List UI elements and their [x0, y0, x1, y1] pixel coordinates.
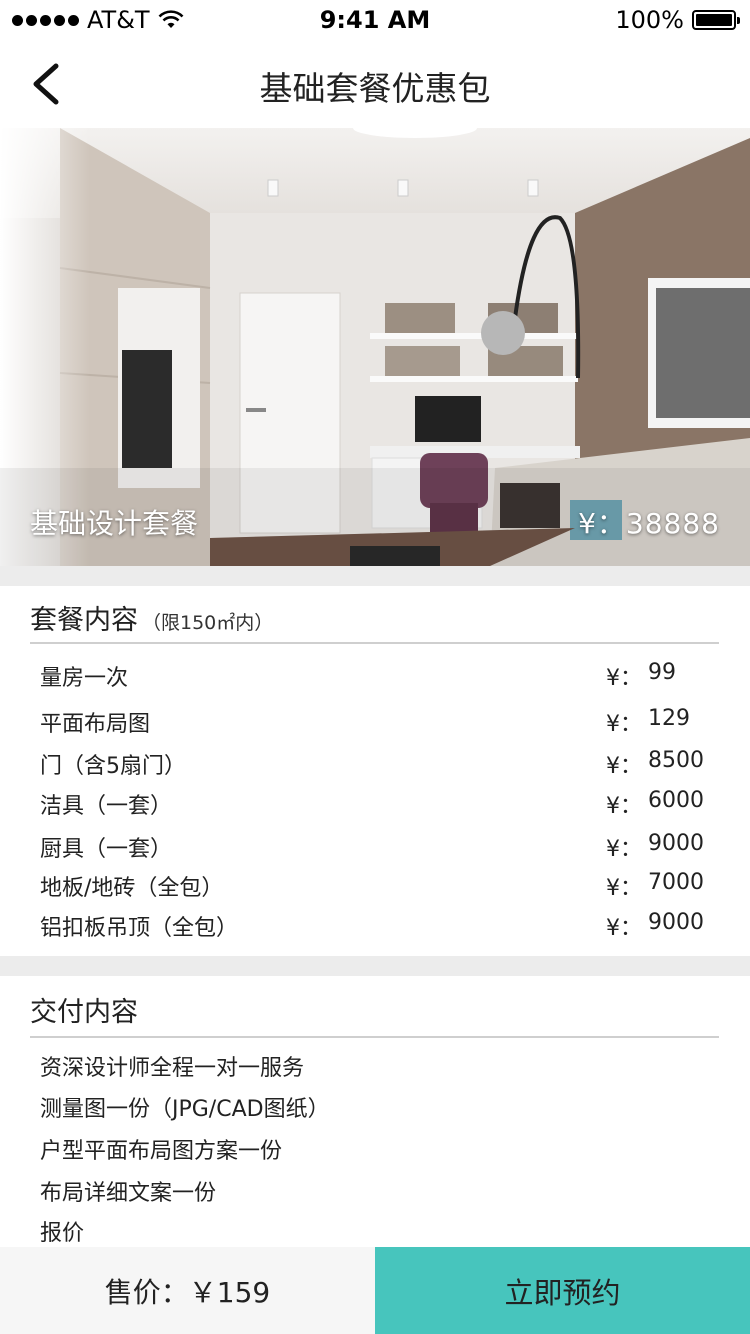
item-label: 洁具（一套）: [40, 794, 173, 819]
list-item: 户型平面布局图方案一份: [40, 1139, 283, 1164]
item-currency: ¥：: [606, 666, 642, 691]
item-price: 9000: [648, 910, 704, 935]
page-title: 基础套餐优惠包: [259, 69, 491, 108]
battery-percent: 100%: [615, 6, 684, 34]
item-currency: ¥：: [606, 712, 642, 737]
section-separator: [0, 566, 750, 586]
list-item: 报价: [40, 1221, 85, 1246]
item-label: 量房一次: [40, 666, 129, 691]
list-item: 门（含5扇门） ¥： 8500: [40, 748, 710, 784]
item-currency: ¥：: [606, 916, 642, 941]
list-item: 测量图一份（JPG/CAD图纸）: [40, 1097, 330, 1122]
list-item: 洁具（一套） ¥： 6000: [40, 788, 710, 824]
bottom-bar: 售价：￥159 立即预约: [0, 1247, 750, 1334]
item-label: 地板/地砖（全包）: [40, 876, 224, 901]
list-item: 铝扣板吊顶（全包） ¥： 9000: [40, 910, 710, 946]
item-price: 99: [648, 660, 676, 685]
book-now-button[interactable]: 立即预约: [375, 1247, 750, 1334]
package-section-title: 套餐内容 （限150㎡内）: [30, 598, 273, 637]
package-title: 套餐内容: [30, 605, 138, 636]
list-item: 布局详细文案一份: [40, 1181, 217, 1206]
item-currency: ¥：: [606, 754, 642, 779]
package-price: ¥：38888: [578, 507, 720, 540]
item-label: 平面布局图: [40, 712, 151, 737]
item-label: 门（含5扇门）: [40, 754, 186, 779]
item-price: 9000: [648, 831, 704, 856]
package-area-note: （限150㎡内）: [142, 612, 274, 634]
item-price: 6000: [648, 788, 704, 813]
item-label: 铝扣板吊顶（全包）: [40, 916, 239, 941]
item-price: 129: [648, 706, 690, 731]
room-interior-image: [0, 128, 750, 566]
list-item: 量房一次 ¥： 99: [40, 660, 710, 696]
divider: [30, 1036, 719, 1038]
battery-info: 100%: [615, 6, 740, 34]
status-bar: AT&T 9:41 AM 100%: [0, 0, 750, 40]
item-currency: ¥：: [606, 876, 642, 901]
list-item: 厨具（一套） ¥： 9000: [40, 831, 710, 867]
list-item: 资深设计师全程一对一服务: [40, 1056, 305, 1081]
divider: [30, 642, 719, 644]
item-price: 7000: [648, 870, 704, 895]
list-item: 平面布局图 ¥： 129: [40, 706, 710, 742]
sale-price: 售价：￥159: [0, 1247, 375, 1334]
battery-icon: [692, 10, 740, 30]
item-price: 8500: [648, 748, 704, 773]
item-currency: ¥：: [606, 837, 642, 862]
delivery-section-title: 交付内容: [30, 997, 138, 1028]
item-currency: ¥：: [606, 794, 642, 819]
hero-banner: 基础设计套餐 ¥：38888: [0, 128, 750, 566]
section-separator: [0, 956, 750, 976]
item-label: 厨具（一套）: [40, 837, 173, 862]
list-item: 地板/地砖（全包） ¥： 7000: [40, 870, 710, 906]
nav-bar: 基础套餐优惠包: [0, 40, 750, 128]
package-name: 基础设计套餐: [30, 507, 199, 540]
